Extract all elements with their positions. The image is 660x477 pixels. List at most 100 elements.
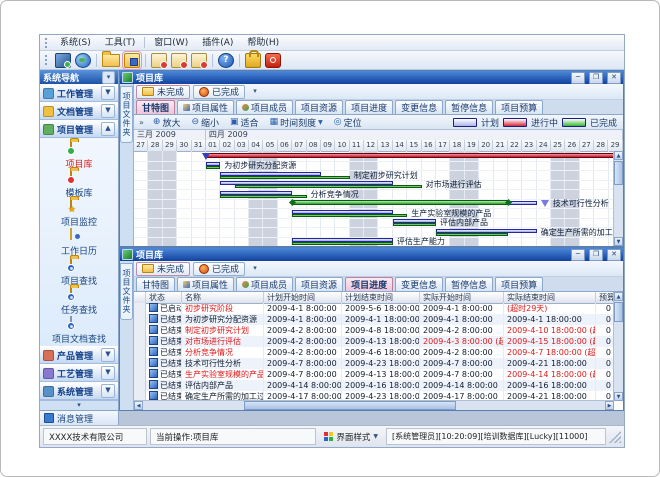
table-row[interactable]: 已结束制定初步研究计划2009-4-2 8:00:002009-4-8 18:0… xyxy=(134,325,614,336)
close-button[interactable]: ✕ xyxy=(607,72,621,84)
sidebar-group-系统管理[interactable]: 系统管理▼ xyxy=(40,382,118,400)
progress-tab-项目成员[interactable]: 项目成员 xyxy=(236,277,293,291)
chevron-down-icon[interactable]: ▼ xyxy=(101,86,115,100)
chevron-down-icon[interactable]: ▼ xyxy=(101,384,115,398)
gantt-tab-项目进度[interactable]: 项目进度 xyxy=(345,100,393,114)
table-row[interactable]: 已结束生产实验室规模的产品2009-4-7 8:00:002009-4-13 1… xyxy=(134,369,614,380)
minimize-button[interactable]: ─ xyxy=(571,249,585,261)
menu-item[interactable]: 系统(S) xyxy=(53,36,98,50)
gantt-filter-未完成[interactable]: 未完成 xyxy=(136,85,190,99)
sidebar-group-工作管理[interactable]: 工作管理▼ xyxy=(40,84,118,102)
gantt-vertical-scrollbar[interactable]: ▲ ▼ xyxy=(613,151,623,246)
gantt-bar-done-对市场进行评估[interactable] xyxy=(235,185,422,188)
mail-new-icon[interactable] xyxy=(151,53,167,68)
progress-tab-项目属性[interactable]: 项目属性 xyxy=(177,277,234,291)
progress-tab-项目进度[interactable]: 项目进度 xyxy=(345,277,393,291)
column-header-名称[interactable]: 名称 xyxy=(182,292,264,303)
menu-item[interactable]: 帮助(H) xyxy=(240,36,286,50)
sidebar-item-项目监控[interactable]: ★项目监控 xyxy=(40,200,118,229)
progress-tab-项目预算[interactable]: 项目预算 xyxy=(495,277,543,291)
gantt-tab-甘特图[interactable]: 甘特图 xyxy=(136,100,175,114)
globe-icon[interactable] xyxy=(75,53,91,68)
gantt-bar-done-评估生产能力[interactable] xyxy=(292,242,393,245)
progress-filter-已完成[interactable]: 已完成 xyxy=(193,262,245,276)
mail-open-icon[interactable] xyxy=(171,53,187,68)
sidebar-group-项目管理[interactable]: 项目管理▲ xyxy=(40,120,118,138)
gantt-tab-项目资源[interactable]: 项目资源 xyxy=(295,100,343,114)
gantt-tab-项目成员[interactable]: 项目成员 xyxy=(236,100,293,114)
chevron-down-icon[interactable]: ▼ xyxy=(101,348,115,362)
table-row[interactable]: 已结束为初步研究分配资源2009-4-1 8:00:002009-4-1 18:… xyxy=(134,314,614,325)
column-header-计划结束时间[interactable]: 计划结束时间 xyxy=(342,292,420,303)
gantt-bar-done-技术可行性分析[interactable] xyxy=(292,200,508,205)
gantt-bar-done-分析竞争情况[interactable] xyxy=(220,195,306,198)
gantt-tab-暂停信息[interactable]: 暂停信息 xyxy=(445,100,493,114)
table-row[interactable]: 已启动初步研究阶段2009-4-1 8:00:002009-5-6 18:00:… xyxy=(134,303,614,314)
close-button[interactable]: ✕ xyxy=(607,249,621,261)
ui-style-picker[interactable]: 界面样式 ▼ xyxy=(319,429,383,444)
progress-tab-甘特图[interactable]: 甘特图 xyxy=(136,277,175,291)
table-row[interactable]: 已结束对市场进行评估2009-4-2 8:00:002009-4-13 18:0… xyxy=(134,336,614,347)
sidebar-group-文档管理[interactable]: 文档管理▼ xyxy=(40,102,118,120)
filter-dropdown-icon[interactable]: ▾ xyxy=(248,85,262,99)
scroll-down-icon[interactable]: ▼ xyxy=(614,392,623,401)
sidebar-item-项目查找[interactable]: 项目查找 xyxy=(40,258,118,287)
progress-panel-titlebar[interactable]: 项目库 ─ ❐ ✕ xyxy=(120,248,623,261)
progress-tab-变更信息[interactable]: 变更信息 xyxy=(395,277,443,291)
column-header-实际结束时间[interactable]: 实际结束时间 xyxy=(504,292,596,303)
gantt-bar-inprogress-初步研究阶段[interactable] xyxy=(206,153,622,158)
sidebar-tab-messages[interactable]: 消息管理 xyxy=(40,410,118,425)
gantt-tab-变更信息[interactable]: 变更信息 xyxy=(395,100,443,114)
table-hscroll-thumb[interactable] xyxy=(244,401,456,410)
folder-icon[interactable] xyxy=(102,54,120,67)
scroll-up-icon[interactable]: ▲ xyxy=(614,292,623,301)
scroll-right-icon[interactable]: ▶ xyxy=(605,401,614,410)
gantt-bar-done-为初步研究分配资源[interactable] xyxy=(206,166,220,169)
maximize-button[interactable]: ❐ xyxy=(589,249,603,261)
column-header-状态[interactable]: 状态 xyxy=(146,292,182,303)
gantt-chart[interactable]: 三月 2009四月 2009 2728293031010203040506070… xyxy=(134,130,623,246)
column-header-计划开始时间[interactable]: 计划开始时间 xyxy=(264,292,342,303)
chevron-down-icon[interactable]: ▼ xyxy=(101,104,115,118)
project-folder-side-tab[interactable]: 项目文件夹 xyxy=(120,86,133,143)
column-header-selector[interactable] xyxy=(134,292,146,303)
menu-item[interactable]: 插件(A) xyxy=(195,36,240,50)
lock-icon[interactable] xyxy=(245,53,261,68)
menu-item[interactable]: 工具(T) xyxy=(98,36,143,50)
sidebar-item-工作日历[interactable]: 工作日历 xyxy=(40,229,118,258)
help-icon[interactable] xyxy=(218,53,234,68)
save-icon[interactable] xyxy=(124,53,140,68)
maximize-button[interactable]: ❐ xyxy=(589,72,603,84)
scroll-left-icon[interactable]: ◀ xyxy=(134,401,143,410)
toolbar-drag-handle[interactable] xyxy=(45,55,50,65)
chevron-up-icon[interactable]: ▲ xyxy=(101,122,115,136)
table-row[interactable]: 已结束技术可行性分析2009-4-7 8:00:002009-4-23 18:0… xyxy=(134,358,614,369)
gantt-scroll-thumb[interactable] xyxy=(614,161,623,185)
overflow-chevron-icon[interactable]: » xyxy=(136,118,147,127)
time-scale-button[interactable]: ▦时间刻度▼ xyxy=(265,115,328,129)
progress-tab-暂停信息[interactable]: 暂停信息 xyxy=(445,277,493,291)
gantt-bar-done-评估内部产品[interactable] xyxy=(393,223,436,226)
gantt-bar-done-制定初步研究计划[interactable] xyxy=(220,176,349,179)
sidebar-item-模板库[interactable]: 模板库 xyxy=(40,170,118,199)
fit-button[interactable]: ▣适合 xyxy=(225,115,264,129)
sidebar-item-项目文档查找[interactable]: 项目文档查找 xyxy=(40,317,118,346)
locate-button[interactable]: ◎定位 xyxy=(329,115,367,129)
project-folder-side-tab[interactable]: 项目文件夹 xyxy=(120,263,133,320)
computer-icon[interactable] xyxy=(55,53,71,68)
menu-drag-handle[interactable] xyxy=(45,38,50,48)
table-row[interactable]: 已结束评估内部产品2009-4-14 8:00:002009-4-16 18:0… xyxy=(134,380,614,391)
chevron-down-icon[interactable]: ▼ xyxy=(101,366,115,380)
gantt-tab-项目属性[interactable]: 项目属性 xyxy=(177,100,234,114)
zoom-in-button[interactable]: ⊕放大 xyxy=(148,115,186,129)
sidebar-group-工艺管理[interactable]: 工艺管理▼ xyxy=(40,364,118,382)
mail-alert-icon[interactable] xyxy=(191,53,207,68)
stop-icon[interactable] xyxy=(265,53,281,68)
scroll-down-icon[interactable]: ▼ xyxy=(614,237,623,246)
menu-item[interactable]: 窗口(W) xyxy=(147,36,195,50)
sidebar-group-产品管理[interactable]: 产品管理▼ xyxy=(40,346,118,364)
sidebar-item-任务查找[interactable]: 任务查找 xyxy=(40,287,118,316)
zoom-out-button[interactable]: ⊖缩小 xyxy=(186,115,224,129)
gantt-tab-项目预算[interactable]: 项目预算 xyxy=(495,100,543,114)
gantt-bar-done-生产实验室规模的产品[interactable] xyxy=(292,214,407,217)
